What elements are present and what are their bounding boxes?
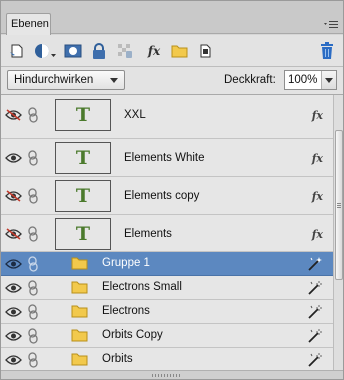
panel-menu-icon[interactable] (324, 20, 338, 29)
magic-wand-icon[interactable] (307, 305, 323, 319)
layer-mask-icon[interactable] (63, 41, 83, 61)
adjustment-layer-icon[interactable] (33, 41, 59, 61)
opacity-label: Deckkraft: (224, 74, 276, 86)
new-group-icon[interactable] (169, 41, 189, 61)
layer-options-bar: Hindurchwirken Deckkraft: 100% (1, 67, 343, 95)
vertical-scrollbar[interactable] (333, 95, 343, 370)
opacity-dropdown-button[interactable] (321, 71, 336, 89)
link-chain-icon[interactable] (28, 328, 38, 344)
layer-thumbnail: T (55, 142, 111, 174)
blend-mode-select[interactable]: Hindurchwirken (7, 70, 125, 90)
magic-wand-icon[interactable] (307, 353, 323, 367)
magic-wand-icon[interactable] (307, 257, 323, 271)
layer-row[interactable]: T XXL fx (1, 95, 333, 139)
magic-wand-icon[interactable] (307, 329, 323, 343)
layer-row[interactable]: T Elements White fx (1, 139, 333, 177)
layer-list: T XXL fx T Elements White fx T Elements … (1, 95, 333, 370)
eye-visible-icon[interactable] (5, 282, 22, 294)
new-layer-icon[interactable] (7, 41, 27, 61)
layer-style-fx-icon[interactable]: fx (312, 228, 323, 241)
link-chain-icon[interactable] (28, 226, 38, 242)
grip-icon (337, 203, 341, 204)
folder-icon (71, 329, 88, 342)
layer-style-fx-icon[interactable]: fx (312, 152, 323, 165)
link-icon[interactable] (195, 41, 215, 61)
layer-style-fx-icon[interactable]: fx (312, 190, 323, 203)
layer-thumbnail: T (55, 218, 111, 250)
lock-all-icon[interactable] (89, 41, 109, 61)
panel-tab-bar: Ebenen (1, 1, 343, 35)
panel-resize-handle[interactable] (1, 370, 343, 379)
delete-layer-icon[interactable] (317, 41, 337, 61)
layer-style-icon[interactable]: fx (144, 41, 164, 61)
layer-row[interactable]: Electrons Small (1, 276, 333, 300)
text-layer-icon: T (75, 185, 91, 207)
layer-style-fx-icon[interactable]: fx (312, 109, 323, 122)
layer-row[interactable]: Orbits (1, 348, 333, 370)
resize-grip-icon (152, 374, 182, 377)
link-chain-icon[interactable] (28, 352, 38, 368)
layer-name[interactable]: Electrons (102, 305, 150, 317)
link-chain-icon[interactable] (28, 150, 38, 166)
layer-row[interactable]: T Elements copy fx (1, 177, 333, 215)
scrollbar-thumb[interactable] (335, 130, 343, 280)
link-chain-icon[interactable] (28, 280, 38, 296)
folder-icon (71, 257, 88, 270)
layer-row-selected[interactable]: Gruppe 1 (1, 252, 333, 276)
layer-name[interactable]: Elements copy (124, 190, 199, 202)
layer-name[interactable]: XXL (124, 109, 146, 121)
layer-thumbnail: T (55, 180, 111, 212)
text-layer-icon: T (75, 223, 91, 245)
layer-row[interactable]: Electrons (1, 300, 333, 324)
layer-name[interactable]: Elements (124, 228, 172, 240)
layer-name[interactable]: Orbits Copy (102, 329, 163, 341)
folder-icon (71, 281, 88, 294)
link-chain-icon[interactable] (28, 304, 38, 320)
eye-hidden-icon[interactable] (5, 109, 22, 121)
layer-name[interactable]: Elements White (124, 152, 205, 164)
layer-style-label: fx (147, 44, 161, 58)
layer-row[interactable]: Orbits Copy (1, 324, 333, 348)
chevron-down-icon (110, 78, 118, 83)
eye-hidden-icon[interactable] (5, 228, 22, 240)
eye-visible-icon[interactable] (5, 306, 22, 318)
text-layer-icon: T (75, 104, 91, 126)
eye-hidden-icon[interactable] (5, 190, 22, 202)
text-layer-icon: T (75, 147, 91, 169)
opacity-value: 100% (288, 74, 318, 86)
folder-icon (71, 353, 88, 366)
eye-visible-icon[interactable] (5, 152, 22, 164)
link-chain-icon[interactable] (28, 188, 38, 204)
layers-panel: Ebenen fx Hindurchwirken Deckkraft: 100%… (0, 0, 344, 380)
opacity-field[interactable]: 100% (284, 70, 337, 90)
lock-transparency-icon[interactable] (115, 41, 135, 61)
tab-ebenen[interactable]: Ebenen (6, 13, 51, 35)
layer-name[interactable]: Gruppe 1 (102, 257, 150, 269)
layer-thumbnail: T (55, 99, 111, 131)
layer-name[interactable]: Orbits (102, 353, 133, 365)
eye-visible-icon[interactable] (5, 258, 22, 270)
link-chain-icon[interactable] (28, 256, 38, 272)
link-chain-icon[interactable] (28, 107, 38, 123)
magic-wand-icon[interactable] (307, 281, 323, 295)
layers-toolbar: fx (1, 35, 343, 67)
eye-visible-icon[interactable] (5, 354, 22, 366)
eye-visible-icon[interactable] (5, 330, 22, 342)
folder-icon (71, 305, 88, 318)
blend-mode-value: Hindurchwirken (14, 74, 94, 86)
layer-name[interactable]: Electrons Small (102, 281, 182, 293)
layer-row[interactable]: T Elements fx (1, 215, 333, 252)
